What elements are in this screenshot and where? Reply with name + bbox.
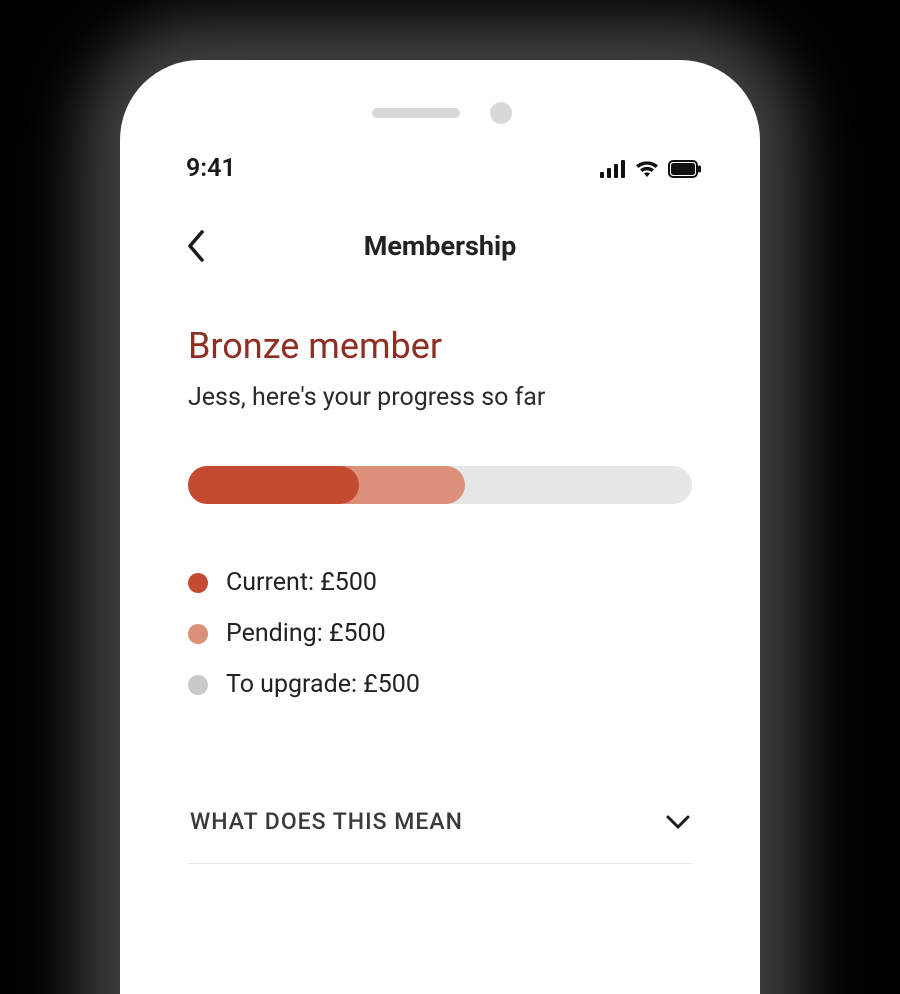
back-button[interactable] — [178, 228, 214, 264]
dot-pending-icon — [188, 624, 208, 644]
page-title: Membership — [364, 230, 517, 262]
dot-upgrade-icon — [188, 675, 208, 695]
legend: Current: £500 Pending: £500 To upgrade: … — [188, 568, 692, 699]
dot-current-icon — [188, 573, 208, 593]
what-does-this-mean-row[interactable]: WHAT DOES THIS MEAN — [188, 779, 692, 864]
app-screen: 9:41 Membership — [150, 140, 730, 994]
phone-camera — [490, 102, 512, 124]
progress-subtitle: Jess, here's your progress so far — [188, 383, 692, 412]
wifi-icon — [634, 160, 660, 178]
phone-speaker — [372, 108, 460, 118]
chevron-down-icon — [666, 815, 690, 829]
tier-title: Bronze member — [188, 325, 692, 367]
legend-pending-label: Pending: £500 — [226, 619, 386, 648]
status-bar: 9:41 — [150, 140, 730, 193]
legend-pending: Pending: £500 — [188, 619, 692, 648]
signal-icon — [600, 160, 626, 178]
chevron-left-icon — [186, 230, 206, 262]
legend-current-label: Current: £500 — [226, 568, 377, 597]
phone-frame: 9:41 Membership — [120, 60, 760, 994]
legend-current: Current: £500 — [188, 568, 692, 597]
legend-upgrade: To upgrade: £500 — [188, 670, 692, 699]
progress-current — [188, 466, 359, 504]
nav-bar: Membership — [150, 211, 730, 281]
progress-bar — [188, 466, 692, 504]
status-time: 9:41 — [186, 154, 236, 183]
battery-icon — [668, 160, 702, 178]
legend-upgrade-label: To upgrade: £500 — [226, 670, 420, 699]
accordion-label: WHAT DOES THIS MEAN — [190, 808, 463, 835]
